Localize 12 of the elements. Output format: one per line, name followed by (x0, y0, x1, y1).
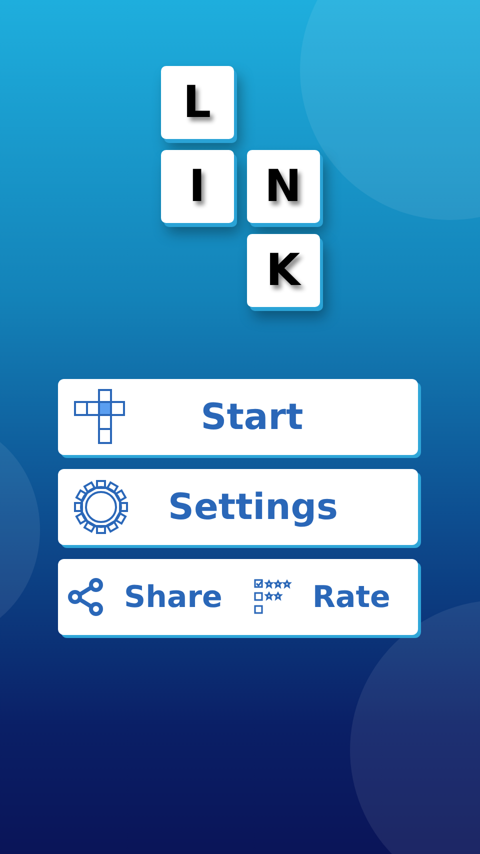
letter-tile: N (246, 150, 320, 223)
start-button[interactable]: Start (58, 379, 418, 455)
gear-icon (74, 480, 128, 534)
rate-button[interactable]: Rate (244, 579, 390, 615)
rating-checklist-icon (254, 579, 292, 615)
share-button[interactable]: Share (58, 578, 222, 616)
letter-tile: L (160, 66, 234, 139)
share-icon (68, 578, 104, 616)
letter-tile: I (160, 150, 234, 223)
settings-button[interactable]: Settings (58, 469, 418, 545)
crossword-grid-icon (74, 389, 126, 445)
letter-tile: K (246, 234, 320, 307)
